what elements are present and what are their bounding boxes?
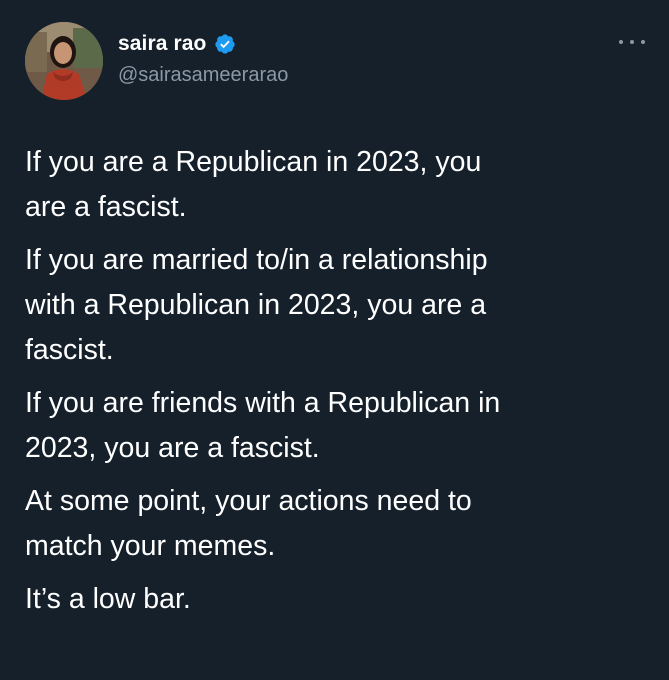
tweet-body: If you are a Republican in 2023, you are… [25, 140, 645, 630]
dot [619, 40, 623, 44]
tweet-paragraph: If you are friends with a Republican in … [25, 387, 501, 464]
dot [641, 40, 645, 44]
avatar[interactable] [25, 22, 103, 100]
display-name[interactable]: saira rao [118, 32, 206, 56]
tweet-paragraph: If you are married to/in a relationship … [25, 244, 488, 366]
verified-badge-icon [214, 33, 236, 55]
tweet-paragraph: It’s a low bar. [25, 583, 191, 615]
tweet-paragraph: If you are a Republican in 2023, you are… [25, 146, 482, 223]
tweet-paragraph: At some point, your actions need to matc… [25, 485, 472, 562]
dot [630, 40, 634, 44]
avatar-photo [25, 22, 103, 100]
more-options-icon[interactable] [619, 34, 645, 50]
user-handle[interactable]: @sairasameerarao [118, 64, 288, 87]
name-row: saira rao [118, 30, 288, 58]
tweet-card: saira rao @sairasameerarao If you are a … [0, 0, 669, 680]
tweet-header: saira rao @sairasameerarao [118, 30, 288, 87]
